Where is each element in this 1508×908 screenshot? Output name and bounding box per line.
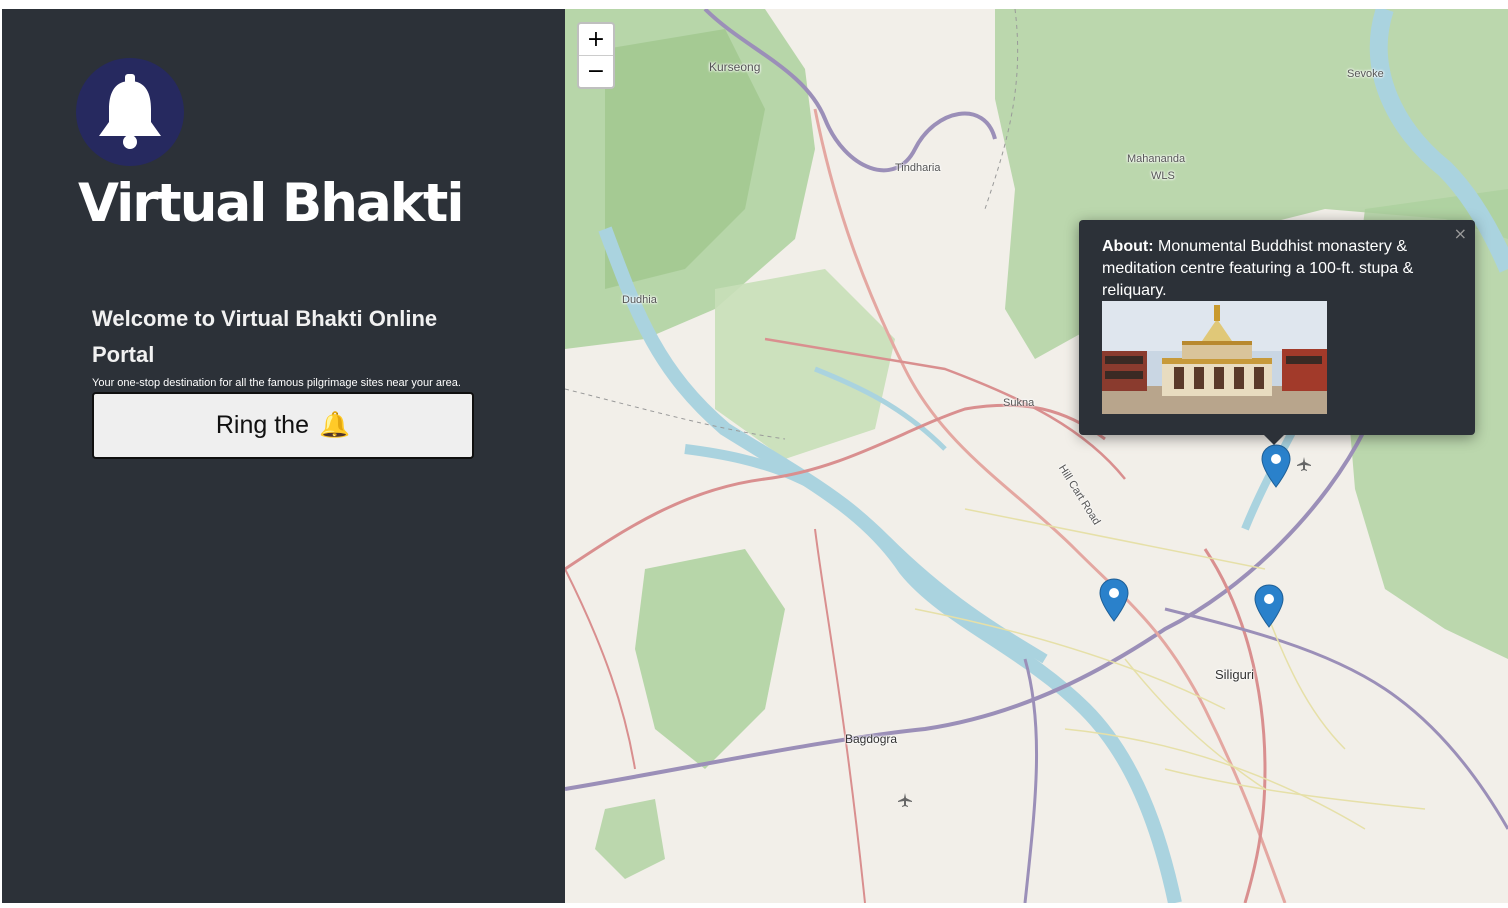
map-label-sukna: Sukna [1003,397,1035,409]
bell-icon: 🔔 [318,411,351,439]
map-label-dudhia: Dudhia [622,294,657,306]
popup-about-label: About: [1102,238,1154,255]
close-icon[interactable]: × [1454,224,1467,243]
map-label-sevoke: Sevoke [1347,68,1384,80]
map-marker-pin-icon[interactable] [1099,578,1129,622]
monastery-photo [1102,301,1327,414]
map-label-kurseong: Kurseong [709,60,761,74]
map-label-tindharia: Tindharia [895,162,941,174]
map-label-wls: WLS [1151,170,1175,182]
zoom-out-button[interactable]: − [579,56,613,87]
ring-bell-button[interactable]: Ring the 🔔 [92,392,474,459]
logo [76,58,184,166]
zoom-in-button[interactable]: + [579,24,613,56]
welcome-heading: Welcome to Virtual Bhakti Online Portal [92,306,438,367]
bell-icon [99,74,161,149]
sidebar: Virtual Bhakti Welcome to Virtual Bhakti… [2,9,565,903]
map-marker-pin-icon[interactable] [1254,584,1284,628]
popup-tip [1262,433,1286,445]
map-label-bagdogra: Bagdogra [845,732,898,746]
map[interactable]: + − Kurseong Sevoke Mahananda WLS Tindha… [565,9,1508,903]
zoom-control: + − [577,22,615,89]
tagline: Your one-stop destination for all the fa… [92,377,461,389]
map-label-mahananda: Mahananda [1127,153,1186,165]
brand-title: Virtual Bhakti [78,173,464,234]
popup-description: About: Monumental Buddhist monastery & m… [1102,236,1452,302]
map-tiles[interactable] [565,9,1508,903]
map-label-siliguri: Siliguri [1215,667,1255,682]
airport-icon [898,793,912,807]
ring-button-label: Ring the [215,411,309,439]
map-marker-pin-icon[interactable] [1261,444,1291,488]
airport-icon [1297,457,1311,471]
map-popup: × About: Monumental Buddhist monastery &… [1079,220,1475,435]
